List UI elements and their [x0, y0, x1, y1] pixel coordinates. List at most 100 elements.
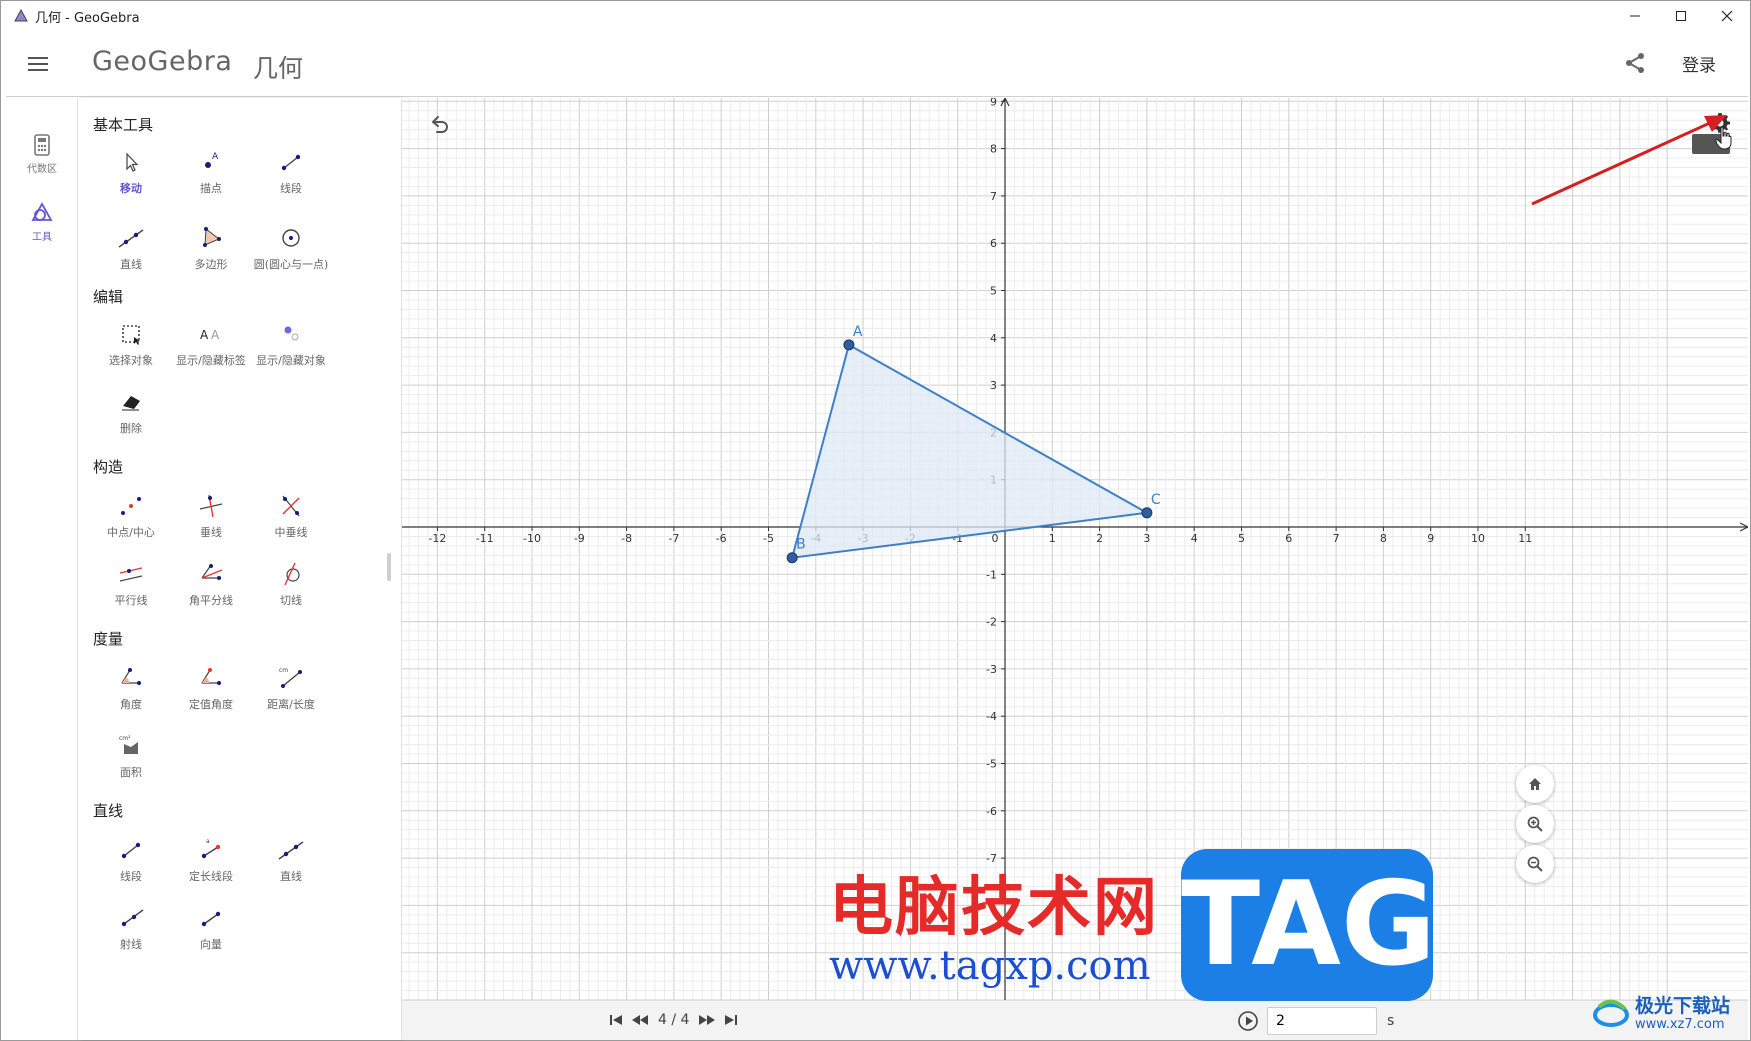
login-button[interactable]: 登录 — [1682, 51, 1716, 76]
maximize-button[interactable] — [1658, 1, 1704, 31]
last-page-button[interactable] — [719, 1009, 743, 1031]
eraser-icon — [122, 396, 140, 411]
next-page-button[interactable] — [695, 1009, 719, 1031]
tool-label: 显示/隐藏标签 — [176, 354, 246, 367]
tool-segment[interactable]: 线段 — [251, 148, 331, 196]
geogebra-app-icon — [14, 8, 28, 22]
point-label: B — [796, 537, 806, 553]
y-tick-label: -2 — [986, 616, 997, 629]
fast-forward-icon — [699, 1015, 716, 1025]
tool-angle-bisector[interactable]: 角平分线 — [171, 560, 251, 608]
tool-show-hide-label[interactable]: AA 显示/隐藏标签 — [171, 320, 251, 368]
svg-text:a: a — [206, 838, 210, 845]
x-tick-label: 3 — [1143, 532, 1150, 545]
page-counter: 4 / 4 — [658, 1012, 690, 1028]
tool-delete[interactable]: 删除 — [91, 388, 171, 436]
category-title: 编辑 — [93, 288, 124, 306]
tool-select-objects[interactable]: 选择对象 — [91, 320, 171, 368]
tool-line-2[interactable]: 直线 — [251, 836, 331, 884]
tool-label: 切线 — [280, 594, 302, 607]
close-window-button[interactable] — [1704, 1, 1750, 31]
y-tick-label: -4 — [986, 710, 997, 723]
polygon-icon — [203, 227, 221, 247]
tool-label: 圆(圆心与一点) — [253, 258, 329, 271]
show-hide-object-icon — [284, 326, 299, 341]
y-tick-label: -3 — [986, 663, 997, 676]
tool-angle-fixed[interactable]: 定值角度 — [171, 664, 251, 712]
minimize-button[interactable] — [1612, 1, 1658, 31]
x-tick-label: 11 — [1518, 532, 1532, 545]
category-title: 直线 — [93, 802, 124, 820]
shapes-icon — [31, 202, 53, 221]
svg-text:cm²: cm² — [119, 735, 131, 742]
play-icon[interactable] — [1237, 1010, 1259, 1032]
tool-vector[interactable]: 向量 — [171, 904, 251, 952]
tool-label: 角度 — [120, 698, 142, 711]
tool-distance[interactable]: cm 距离/长度 — [251, 664, 331, 712]
tool-label: 向量 — [200, 938, 222, 951]
y-tick-label: -5 — [986, 758, 997, 771]
minimize-icon — [1630, 15, 1640, 17]
home-icon — [1529, 778, 1541, 790]
x-tick-label: -9 — [574, 532, 585, 545]
animation-speed-input[interactable] — [1267, 1007, 1377, 1035]
tool-segment-fixed[interactable]: a 定长线段 — [171, 836, 251, 884]
tool-label: 定值角度 — [189, 698, 233, 711]
point-c[interactable] — [1141, 507, 1153, 519]
rail-label: 代数区 — [27, 164, 57, 175]
tool-tangent[interactable]: 切线 — [251, 560, 331, 608]
line-icon — [118, 229, 144, 248]
point-a[interactable] — [843, 339, 855, 351]
skip-first-icon — [610, 1015, 622, 1025]
point-b[interactable] — [786, 552, 798, 564]
tool-ray[interactable]: 射线 — [91, 904, 171, 952]
panel-resize-handle[interactable] — [387, 553, 391, 581]
tool-point[interactable]: A 描点 — [171, 148, 251, 196]
circle-center-point-icon — [282, 229, 300, 247]
rail-item-algebra[interactable]: 代数区 — [6, 134, 78, 175]
tool-circle-center-point[interactable]: 圆(圆心与一点) — [251, 224, 331, 272]
perpendicular-bisector-icon — [282, 495, 300, 517]
tool-label: 多边形 — [194, 258, 228, 271]
first-page-button[interactable] — [604, 1009, 628, 1031]
tool-label: 定长线段 — [189, 870, 233, 883]
tool-area[interactable]: cm² 面积 — [91, 732, 171, 780]
tool-perpendicular-line[interactable]: 垂线 — [171, 492, 251, 540]
tool-show-hide-object[interactable]: 显示/隐藏对象 — [251, 320, 331, 368]
tool-move[interactable]: 移动 — [91, 148, 171, 196]
y-tick-label: -1 — [986, 568, 997, 581]
tool-parallel-line[interactable]: 平行线 — [91, 560, 171, 608]
tool-perpendicular-bisector[interactable]: 中垂线 — [251, 492, 331, 540]
x-tick-label: 5 — [1238, 532, 1245, 545]
tool-midpoint[interactable]: 中点/中心 — [91, 492, 171, 540]
segment-icon — [121, 842, 141, 859]
home-view-button[interactable] — [1516, 765, 1554, 803]
undo-icon[interactable] — [426, 112, 452, 138]
tool-segment-2[interactable]: 线段 — [91, 836, 171, 884]
tool-label: 显示/隐藏对象 — [256, 354, 326, 367]
segment-fixed-icon: a — [201, 838, 221, 859]
tool-polygon[interactable]: 多边形 — [171, 224, 251, 272]
download-site-logo: 极光下载站 www.xz7.com — [1591, 989, 1741, 1039]
geogebra-logo: GeoGebra — [92, 46, 233, 77]
tool-line[interactable]: 直线 — [91, 224, 171, 272]
skip-last-icon — [725, 1015, 738, 1025]
rail-item-tools[interactable]: 工具 — [6, 202, 78, 243]
perpendicular-line-icon — [199, 494, 223, 518]
tool-label: 直线 — [120, 258, 142, 271]
x-tick-label: 1 — [1049, 532, 1056, 545]
x-tick-label: 4 — [1191, 532, 1198, 545]
maximize-icon — [1676, 11, 1686, 21]
category-title: 构造 — [93, 458, 124, 476]
tool-label: 线段 — [120, 870, 142, 883]
tool-angle[interactable]: 角度 — [91, 664, 171, 712]
hamburger-menu-button[interactable] — [28, 53, 50, 75]
tool-label: 选择对象 — [109, 354, 153, 367]
zoom-in-button[interactable] — [1516, 805, 1554, 843]
playback-bar: 4 / 4 s — [402, 1000, 1748, 1040]
x-tick-label: -6 — [716, 532, 727, 545]
share-icon[interactable] — [1623, 51, 1647, 75]
tool-label: 直线 — [280, 870, 302, 883]
zoom-out-button[interactable] — [1516, 845, 1554, 883]
previous-page-button[interactable] — [628, 1009, 652, 1031]
